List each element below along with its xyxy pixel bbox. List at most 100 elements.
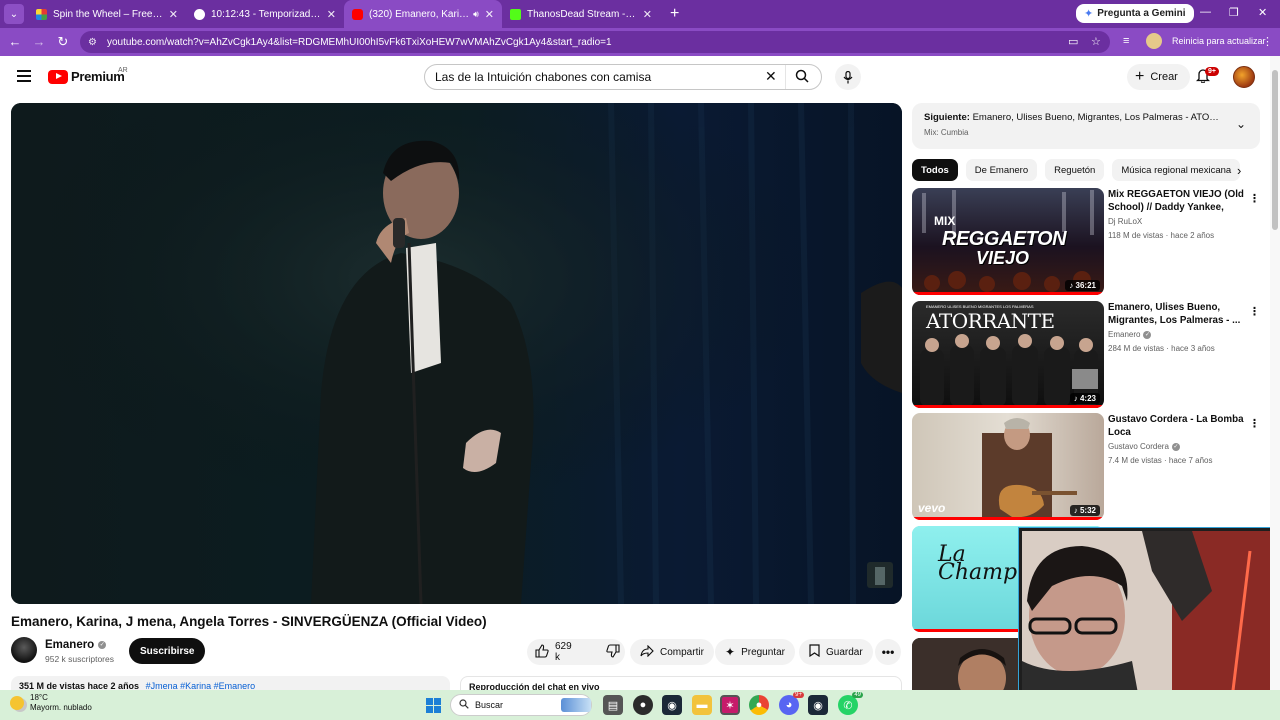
steam-icon[interactable]: ◉ bbox=[808, 695, 828, 715]
channel-avatar[interactable] bbox=[11, 637, 37, 663]
bookmark-star-icon[interactable]: ☆ bbox=[1091, 35, 1101, 48]
video-menu-icon[interactable]: ⋮ bbox=[1249, 305, 1260, 318]
chrome-icon[interactable]: ● bbox=[749, 695, 769, 715]
clear-search-icon[interactable]: ✕ bbox=[765, 68, 777, 85]
restore-icon[interactable]: ❐ bbox=[1229, 6, 1239, 19]
guide-menu-icon[interactable] bbox=[17, 70, 31, 82]
whatsapp-icon[interactable]: ✆ 49 bbox=[838, 692, 863, 715]
recommended-video[interactable]: vevo ♪ 5:32 Gustavo Cordera - La Bomba L… bbox=[912, 413, 1270, 521]
browser-profile-avatar[interactable] bbox=[1146, 33, 1162, 49]
youtube-logo[interactable]: Premium bbox=[48, 69, 125, 84]
speaker-icon[interactable]: 🔊︎ bbox=[473, 9, 479, 20]
video-menu-icon[interactable]: ⋮ bbox=[1249, 417, 1260, 430]
chip-musica-regional[interactable]: Música regional mexicana bbox=[1112, 159, 1241, 181]
restart-update-button[interactable]: Reinicia para actualizar bbox=[1172, 36, 1266, 46]
recommended-title[interactable]: Gustavo Cordera - La Bomba Loca bbox=[1108, 413, 1244, 439]
site-info-icon[interactable]: ⚙︎ bbox=[88, 37, 97, 48]
video-frame bbox=[11, 103, 902, 604]
windows-start-icon[interactable] bbox=[426, 698, 441, 713]
ask-button[interactable]: ✦ Preguntar bbox=[715, 639, 795, 665]
browser-tab[interactable]: 10:12:43 - Temporizador Online ✕ bbox=[186, 0, 344, 28]
browser-tab[interactable]: ThanosDead Stream - Watch Li ✕ bbox=[502, 0, 660, 28]
address-bar[interactable]: ⚙︎ youtube.com/watch?v=AhZvCgk1Ay4&list=… bbox=[80, 31, 1110, 53]
app-icon[interactable]: ✶ bbox=[720, 695, 740, 715]
notification-count-badge: 9+ bbox=[1205, 67, 1219, 76]
sparkle-icon: ✦ bbox=[725, 645, 736, 659]
video-player[interactable] bbox=[11, 103, 902, 604]
file-explorer-icon[interactable]: ▬ bbox=[692, 695, 712, 715]
video-menu-icon[interactable]: ⋮ bbox=[1249, 192, 1260, 205]
duration-badge: ♪ 36:21 bbox=[1065, 280, 1100, 291]
forward-arrow-icon[interactable]: → bbox=[27, 34, 51, 49]
recommended-title[interactable]: Emanero, Ulises Bueno, Migrantes, Los Pa… bbox=[1108, 301, 1244, 327]
gemini-button[interactable]: ✦ Pregunta a Gemini bbox=[1076, 4, 1194, 23]
channel-name-link[interactable]: Emanero ✓ bbox=[45, 639, 107, 651]
search-query-text: Las de la Intuición chabones con camisa bbox=[435, 70, 652, 84]
reading-list-icon[interactable]: ≡ bbox=[1123, 35, 1129, 47]
youtube-header: Premium AR Las de la Intuición chabones … bbox=[0, 56, 1270, 100]
cast-icon[interactable]: ▭ bbox=[1068, 35, 1078, 48]
account-avatar[interactable] bbox=[1233, 66, 1255, 88]
new-tab-button[interactable]: + bbox=[670, 5, 679, 23]
browser-tab[interactable]: Spin the Wheel – Free Wheel Sp ✕ bbox=[28, 0, 186, 28]
recommended-channel-name: Dj RuLoX bbox=[1108, 217, 1143, 226]
chevron-right-icon[interactable]: › bbox=[1237, 163, 1241, 178]
verified-check-icon: ✓ bbox=[1171, 442, 1180, 451]
window-close-icon[interactable]: ✕ bbox=[1258, 6, 1267, 19]
recommended-channel[interactable]: Gustavo Cordera ✓ bbox=[1108, 442, 1180, 451]
dislike-button[interactable] bbox=[594, 643, 632, 661]
discord-icon[interactable]: ◕ 9+ bbox=[779, 692, 804, 715]
reload-icon[interactable]: ↻ bbox=[51, 34, 75, 50]
search-input[interactable]: Las de la Intuición chabones con camisa … bbox=[424, 64, 822, 90]
share-button[interactable]: Compartir bbox=[630, 639, 714, 665]
recommended-video[interactable]: EMANERO ULISES BUENO MIGRANTES LOS PALME… bbox=[912, 301, 1270, 409]
scrollbar-thumb[interactable] bbox=[1272, 70, 1278, 230]
recommended-channel-name: Gustavo Cordera bbox=[1108, 442, 1169, 451]
chip-regueton[interactable]: Reguetón bbox=[1045, 159, 1105, 181]
search-icon[interactable] bbox=[795, 69, 809, 86]
taskbar-search-box[interactable]: Buscar bbox=[450, 694, 592, 716]
more-actions-icon[interactable]: ••• bbox=[875, 639, 901, 665]
tab-close-icon[interactable]: ✕ bbox=[485, 8, 494, 21]
tab-close-icon[interactable]: ✕ bbox=[643, 8, 652, 21]
search-highlight-icon bbox=[561, 698, 591, 712]
recommended-meta: 284 M de vistas · hace 3 años bbox=[1108, 344, 1215, 353]
chevron-down-icon[interactable]: ⌄ bbox=[1236, 117, 1246, 131]
browser-menu-icon[interactable]: ⋮ bbox=[1262, 35, 1273, 48]
plus-icon: + bbox=[1135, 68, 1145, 85]
duration-badge: ♪ 4:23 bbox=[1069, 393, 1100, 404]
chip-todos[interactable]: Todos bbox=[912, 159, 958, 181]
task-view-icon[interactable]: ▤ bbox=[603, 695, 623, 715]
video-thumbnail[interactable]: MIX REGGAETON VIEJO ♪ 36:21 bbox=[912, 188, 1104, 295]
chip-de-emanero[interactable]: De Emanero bbox=[965, 159, 1038, 181]
steam-icon[interactable]: ◉ bbox=[662, 695, 682, 715]
minimize-icon[interactable]: — bbox=[1200, 6, 1211, 18]
like-button[interactable]: 629 k bbox=[527, 639, 582, 665]
create-label: Crear bbox=[1150, 71, 1178, 83]
save-button[interactable]: Guardar bbox=[799, 639, 873, 665]
recommended-channel[interactable]: Dj RuLoX bbox=[1108, 217, 1142, 226]
create-button[interactable]: + Crear bbox=[1127, 64, 1190, 90]
back-arrow-icon[interactable]: ← bbox=[3, 34, 27, 49]
discord-badge: 9+ bbox=[793, 692, 804, 698]
video-thumbnail[interactable]: EMANERO ULISES BUENO MIGRANTES LOS PALME… bbox=[912, 301, 1104, 408]
tab-close-icon[interactable]: ✕ bbox=[169, 8, 178, 21]
up-next-video-title: Emanero, Ulises Bueno, Migrantes, Los Pa… bbox=[972, 112, 1224, 123]
recommended-meta: 7.4 M de vistas · hace 7 años bbox=[1108, 456, 1213, 465]
up-next-panel[interactable]: Siguiente: Emanero, Ulises Bueno, Migran… bbox=[912, 103, 1260, 149]
browser-tab-active[interactable]: (320) Emanero, Karina, J me 🔊︎ ✕ bbox=[344, 0, 502, 28]
youtube-play-icon bbox=[48, 69, 68, 84]
recommended-video[interactable]: MIX REGGAETON VIEJO ♪ 36:21 Mix REGGAETO… bbox=[912, 188, 1270, 296]
tab-close-icon[interactable]: ✕ bbox=[327, 8, 336, 21]
page-scrollbar[interactable] bbox=[1270, 56, 1280, 690]
obs-icon[interactable]: ● bbox=[633, 695, 653, 715]
tab-search-button[interactable]: ⌄ bbox=[4, 4, 24, 24]
kick-favicon-icon bbox=[510, 8, 521, 20]
recommended-title[interactable]: Mix REGGAETON VIEJO (Old School) // Dadd… bbox=[1108, 188, 1244, 214]
voice-search-icon[interactable] bbox=[835, 64, 861, 90]
video-thumbnail[interactable]: vevo ♪ 5:32 bbox=[912, 413, 1104, 520]
recommended-channel[interactable]: Emanero ✓ bbox=[1108, 330, 1152, 339]
subscribe-button[interactable]: Suscribirse bbox=[129, 638, 206, 664]
weather-widget[interactable]: 18°C Mayorm. nublado bbox=[10, 693, 92, 713]
thumb-text-viejo: VIEJO bbox=[976, 248, 1030, 268]
